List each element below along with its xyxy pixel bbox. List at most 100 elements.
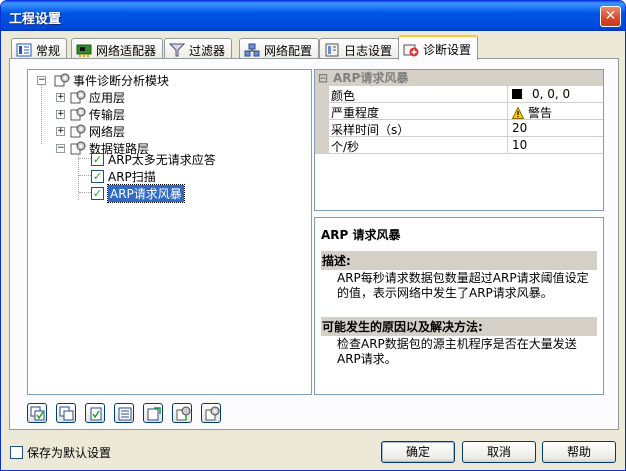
- tab-network-config[interactable]: 网络配置: [239, 38, 320, 59]
- check-all-button[interactable]: [27, 403, 47, 423]
- color-swatch: [512, 89, 522, 99]
- tab-filter[interactable]: 过滤器: [164, 38, 233, 59]
- export-button[interactable]: [172, 403, 192, 423]
- ok-button[interactable]: 确定: [381, 441, 455, 463]
- tree-line: [79, 192, 91, 193]
- tree-line: [79, 175, 91, 176]
- cancel-button[interactable]: 取消: [462, 441, 536, 463]
- property-name: 采样时间（s）: [331, 123, 410, 137]
- collapse-all-button[interactable]: [56, 403, 76, 423]
- layer-gear-icon: [70, 141, 86, 155]
- property-value[interactable]: 0, 0, 0: [512, 87, 570, 101]
- import-button[interactable]: [143, 403, 163, 423]
- expand-toggle[interactable]: +: [56, 93, 65, 102]
- property-row-sample-time[interactable]: 采样时间（s） 20: [315, 120, 603, 137]
- warning-icon: [512, 106, 524, 119]
- tab-general[interactable]: 常规: [11, 38, 68, 59]
- tree-leaf-arp-no-reply[interactable]: ✓ ARP太多无请求应答: [91, 151, 216, 167]
- tree-leaf-label-selected: ARP请求风暴: [107, 183, 185, 203]
- row-gutter: [315, 103, 329, 120]
- properties-icon: [118, 407, 132, 421]
- layer-gear-icon: [70, 107, 86, 121]
- tab-log-settings[interactable]: 日志设置: [319, 38, 400, 59]
- description-panel: ARP 请求风暴 描述: ARP每秒请求数据包数量超过ARP请求阈值设定的值，表…: [314, 217, 604, 395]
- reset-button[interactable]: [201, 403, 221, 423]
- property-value[interactable]: 10: [512, 138, 527, 152]
- tab-strip: 常规 网络适配器 过滤器 网络配置 日志设置 诊断设置: [9, 35, 619, 60]
- row-gutter: [315, 86, 329, 103]
- reset-icon: [205, 406, 220, 421]
- close-icon: ✕: [604, 8, 617, 24]
- module-gear-icon: [54, 73, 70, 87]
- toggle-selection-button[interactable]: [85, 403, 105, 423]
- description-text: ARP每秒请求数据包数量超过ARP请求阈值设定的值，表示网络中发生了ARP请求风…: [337, 271, 589, 300]
- property-category-label: ARP请求风暴: [333, 71, 409, 85]
- tree-node-label: 传输层: [89, 107, 126, 122]
- expand-toggle[interactable]: +: [56, 127, 65, 136]
- property-row-severity[interactable]: 严重程度 警告: [315, 103, 603, 120]
- checkbox-box[interactable]: [10, 446, 23, 459]
- property-name: 颜色: [331, 89, 356, 103]
- property-value[interactable]: 警告: [512, 104, 552, 121]
- properties-button[interactable]: [114, 403, 134, 423]
- collapse-category-icon[interactable]: ⊟: [318, 70, 328, 86]
- leaf-checkbox[interactable]: ✓: [91, 169, 104, 183]
- tree-leaf-arp-scan[interactable]: ✓ ARP扫描: [91, 168, 156, 184]
- title-bar[interactable]: 工程设置 ✕: [1, 1, 625, 31]
- property-row-color[interactable]: 颜色 0, 0, 0: [315, 86, 603, 103]
- property-row-per-second[interactable]: 个/秒 10: [315, 137, 603, 154]
- tree-line: [79, 158, 91, 159]
- collapse-root-toggle[interactable]: −: [37, 76, 46, 85]
- severity-value: 警告: [528, 106, 553, 120]
- row-separator: [507, 120, 508, 137]
- help-button[interactable]: 帮助: [542, 441, 616, 463]
- save-default-label: 保存为默认设置: [27, 446, 112, 460]
- leaf-checkbox[interactable]: ✓: [91, 186, 104, 200]
- leaf-checkbox[interactable]: ✓: [91, 152, 104, 166]
- toggle-icon: [90, 407, 102, 421]
- collapse-icon: [59, 406, 74, 421]
- save-default-checkbox[interactable]: 保存为默认设置: [10, 444, 111, 461]
- tree-node-label: 网络层: [89, 124, 126, 139]
- property-name: 严重程度: [331, 106, 380, 120]
- export-icon: [176, 406, 191, 421]
- tree-root-label: 事件诊断分析模块: [73, 73, 170, 88]
- tab-label: 诊断设置: [423, 43, 472, 57]
- row-separator: [507, 103, 508, 120]
- tree-root[interactable]: 事件诊断分析模块: [54, 72, 169, 88]
- expand-toggle[interactable]: +: [56, 110, 65, 119]
- tab-label: 过滤器: [189, 43, 226, 58]
- tree-line: [41, 84, 42, 144]
- property-category[interactable]: ⊟ ARP请求风暴: [315, 70, 603, 86]
- filter-icon: [168, 43, 186, 57]
- layer-gear-icon: [70, 90, 86, 104]
- property-value[interactable]: 20: [512, 121, 527, 135]
- adapter-icon: [76, 43, 92, 57]
- tab-diagnosis-settings[interactable]: 诊断设置: [398, 35, 479, 60]
- close-button[interactable]: ✕: [600, 6, 621, 27]
- tab-label: 常规: [36, 43, 61, 58]
- window-title: 工程设置: [9, 12, 62, 27]
- tree-node-transport[interactable]: 传输层: [70, 106, 125, 122]
- tab-network-adapter[interactable]: 网络适配器: [71, 38, 164, 59]
- description-heading: 描述:: [321, 251, 597, 270]
- row-gutter: [315, 137, 329, 154]
- log-icon: [324, 43, 340, 57]
- diagnosis-icon: [403, 43, 419, 57]
- diagnosis-panel: − 事件诊断分析模块 + 应用层 + 传输层 + 网络层 − 数据链路层 ✓ A…: [9, 58, 619, 430]
- tree-leaf-label: ARP扫描: [108, 169, 156, 184]
- import-icon: [147, 407, 161, 421]
- property-grid[interactable]: ⊟ ARP请求风暴 颜色 0, 0, 0 严重程度 警告 采样时间（s） 20 …: [314, 69, 604, 211]
- collapse-toggle[interactable]: −: [56, 144, 65, 153]
- tree-node-network[interactable]: 网络层: [70, 123, 125, 139]
- row-separator: [507, 137, 508, 154]
- tree-leaf-arp-storm[interactable]: ✓ ARP请求风暴: [91, 183, 185, 203]
- tree-node-application[interactable]: 应用层: [70, 89, 125, 105]
- layer-gear-icon: [70, 124, 86, 138]
- event-tree[interactable]: − 事件诊断分析模块 + 应用层 + 传输层 + 网络层 − 数据链路层 ✓ A…: [27, 69, 312, 395]
- settings-dialog: 工程设置 ✕ 常规 网络适配器 过滤器 网络配置 日志设置 诊断设置 − 事件诊…: [0, 0, 626, 471]
- cause-heading: 可能发生的原因以及解决方法:: [321, 317, 597, 336]
- cause-text: 检查ARP数据包的源主机程序是否在大量发送ARP请求。: [337, 337, 577, 366]
- color-value: 0, 0, 0: [532, 87, 571, 101]
- general-icon: [16, 43, 32, 57]
